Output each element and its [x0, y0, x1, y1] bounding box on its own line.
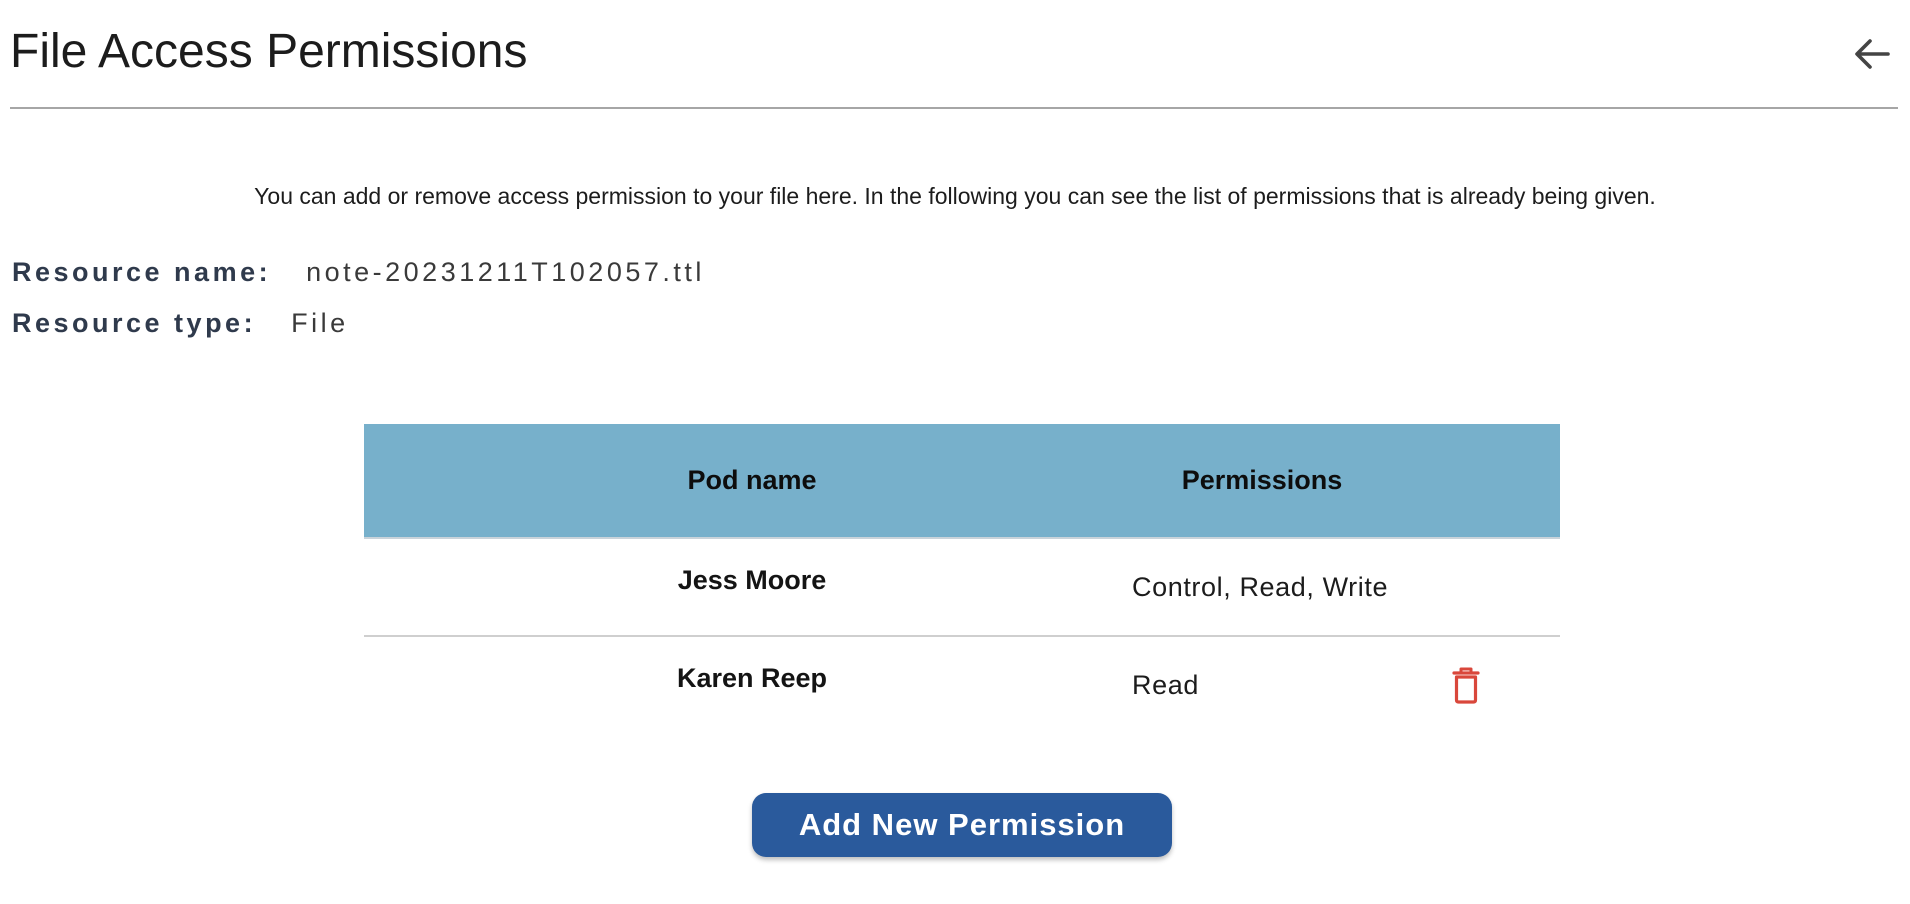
table-header: Pod name Permissions — [364, 424, 1560, 539]
pod-name-column-header: Pod name — [687, 465, 817, 495]
resource-name-label: Resource name: — [12, 257, 272, 287]
back-button[interactable] — [1846, 28, 1898, 80]
resource-type-value: File — [291, 308, 349, 338]
permissions-cell: Control, Read, Write — [1132, 571, 1389, 602]
pod-name-cell: Karen Reep — [676, 662, 828, 693]
page-header: File Access Permissions — [10, 0, 1898, 109]
pod-name-cell: Jess Moore — [677, 564, 827, 595]
resource-type-row: Resource type: File — [12, 305, 349, 341]
intro-text: You can add or remove access permission … — [254, 183, 1656, 209]
trash-icon — [1452, 667, 1480, 704]
permissions-table: Pod name Permissions Jess Moore Control,… — [364, 424, 1560, 733]
table-row: Jess Moore Control, Read, Write — [364, 539, 1560, 637]
arrow-left-icon — [1855, 39, 1890, 69]
file-access-permissions-page: File Access Permissions You can add or r… — [0, 0, 1910, 904]
delete-permission-button[interactable] — [1446, 663, 1486, 707]
permissions-column-header: Permissions — [1181, 465, 1343, 495]
resource-name-value: note-20231211T102057.ttl — [306, 257, 705, 287]
permissions-cell: Read — [1132, 669, 1199, 700]
resource-name-row: Resource name: note-20231211T102057.ttl — [12, 254, 705, 290]
page-title: File Access Permissions — [10, 25, 528, 78]
add-new-permission-button[interactable]: Add New Permission — [752, 793, 1172, 857]
table-row: Karen Reep Read — [364, 637, 1560, 733]
resource-type-label: Resource type: — [12, 308, 257, 338]
